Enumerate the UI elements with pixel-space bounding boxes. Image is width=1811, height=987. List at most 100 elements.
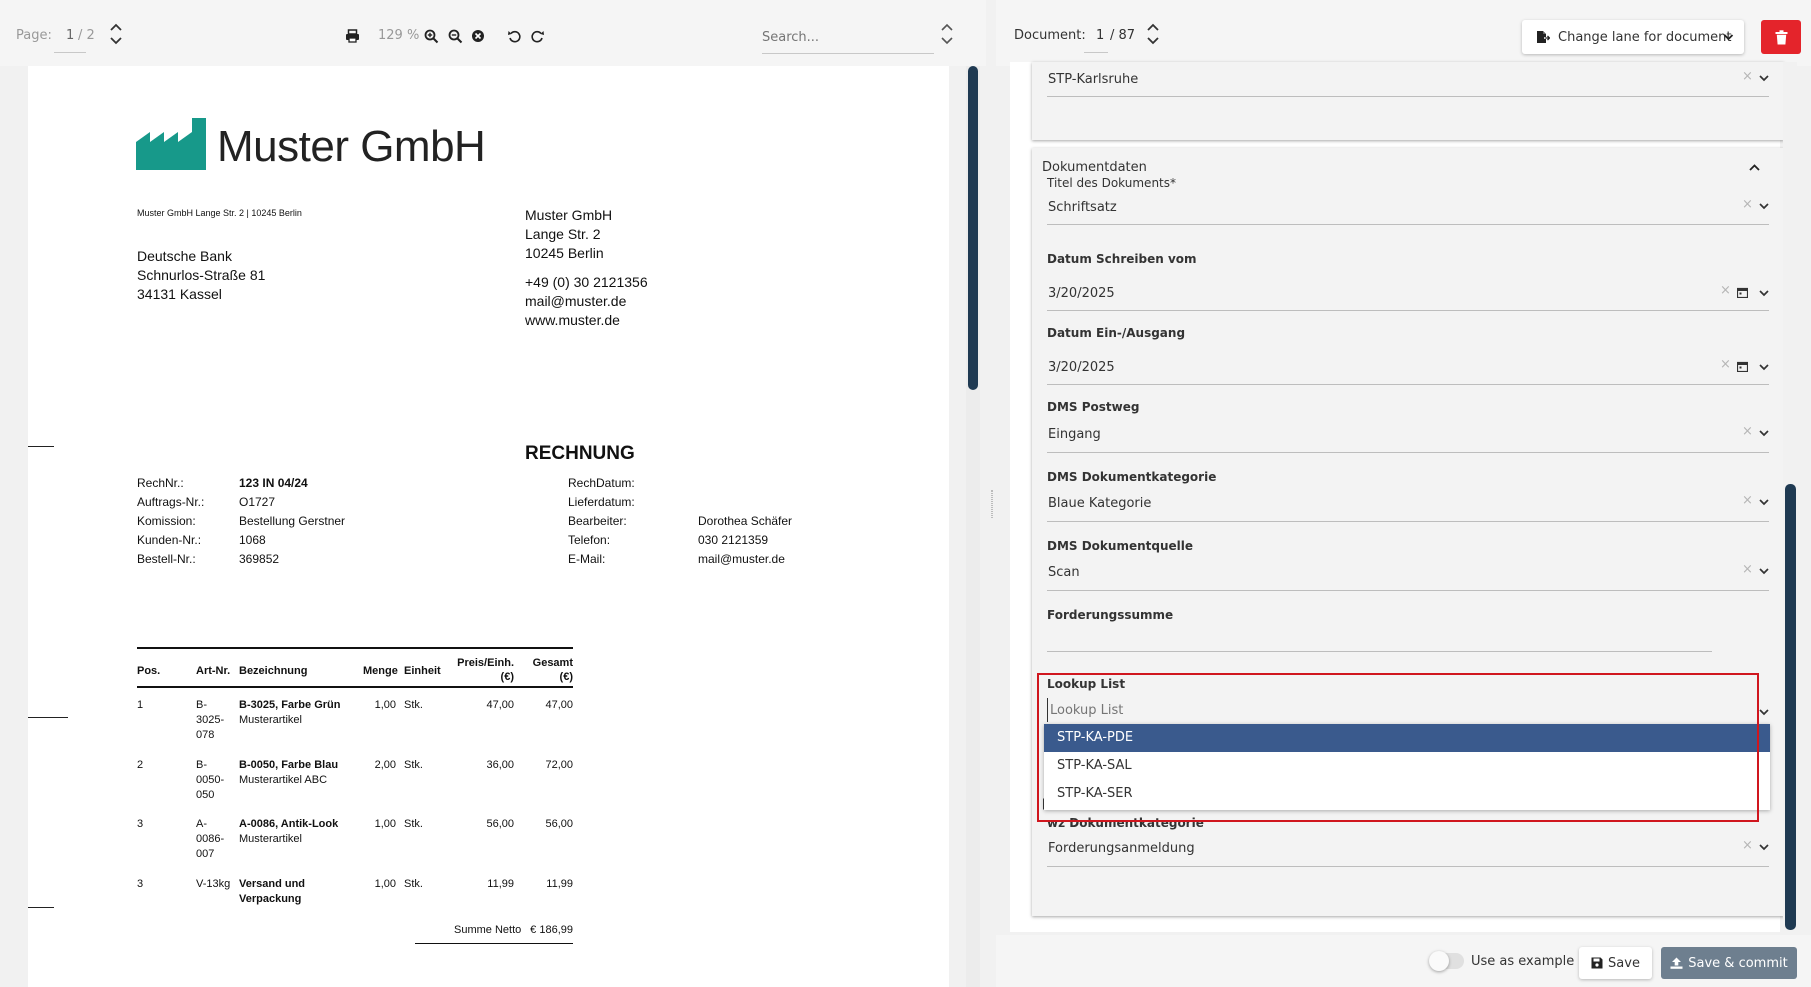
table-cell: V-13kg — [196, 878, 231, 890]
clear-icon[interactable]: × — [1720, 283, 1731, 298]
save-button[interactable]: Save — [1579, 947, 1652, 979]
forderungssumme-label: Forderungssumme — [1047, 608, 1174, 622]
chevron-down-icon — [1759, 709, 1769, 716]
table-cell: 47,00 — [486, 699, 514, 711]
clear-icon[interactable]: × — [1742, 69, 1753, 84]
chevron-down-icon — [1759, 430, 1769, 437]
meta-value: 030 2121359 — [698, 533, 769, 547]
postweg-label: DMS Postweg — [1047, 400, 1140, 414]
use-as-example-label: Use as example — [1471, 954, 1575, 969]
zoom-in-icon[interactable] — [423, 28, 439, 44]
company-logo-text: Muster GmbH — [217, 122, 486, 171]
datum-ein-value[interactable]: 3/20/2025 — [1048, 360, 1115, 375]
clear-icon[interactable]: × — [1742, 197, 1753, 212]
reset-zoom-icon[interactable] — [470, 28, 486, 44]
document-page: Muster GmbH Muster GmbH Lange Str. 2 | 1… — [28, 66, 949, 987]
chevron-down-icon — [110, 37, 122, 45]
meta-label: Komission: — [137, 514, 196, 528]
clear-icon[interactable]: × — [1720, 357, 1731, 372]
chevron-up-icon[interactable] — [1748, 163, 1761, 172]
calendar-icon[interactable] — [1737, 361, 1748, 372]
col-header-art: Art-Nr. — [196, 665, 231, 677]
chevron-down-icon — [1759, 75, 1769, 82]
chevron-down-icon — [1147, 37, 1159, 45]
rotate-right-icon[interactable] — [529, 28, 545, 44]
datum-ein-label: Datum Ein-/Ausgang — [1047, 326, 1186, 340]
page-stepper[interactable] — [109, 23, 123, 45]
col-header-menge: Menge — [363, 665, 398, 677]
table-cell: 47,00 — [545, 699, 573, 711]
document-total: / 87 — [1110, 28, 1136, 43]
table-cell: 11,99 — [487, 878, 514, 890]
quelle-value[interactable]: Scan — [1048, 565, 1080, 580]
table-cell: 56,00 — [545, 818, 573, 830]
table-cell: 72,00 — [545, 759, 573, 771]
change-lane-button[interactable]: Change lane for document — [1522, 20, 1744, 54]
meta-label: Telefon: — [568, 533, 611, 547]
forderungssumme-input[interactable] — [1047, 626, 1712, 650]
table-cell: Stk. — [404, 699, 423, 711]
kategorie-value[interactable]: Blaue Kategorie — [1048, 496, 1151, 511]
document-current-input[interactable]: 1 — [1096, 28, 1104, 43]
upload-icon — [1670, 957, 1683, 969]
clear-icon[interactable]: × — [1742, 838, 1753, 853]
print-icon[interactable] — [344, 28, 360, 44]
document-scrollbar-thumb[interactable] — [968, 66, 978, 390]
splitter-grip[interactable] — [991, 490, 993, 518]
calendar-icon[interactable] — [1737, 287, 1748, 298]
search-input[interactable] — [762, 26, 932, 48]
clear-icon[interactable]: × — [1742, 424, 1753, 439]
col-header-einheit: Einheit — [404, 665, 441, 677]
meta-label: RechDatum: — [568, 476, 635, 490]
page-total: / 2 — [78, 28, 95, 43]
delete-button[interactable] — [1761, 20, 1801, 54]
meta-label: Bestell-Nr.: — [137, 552, 196, 566]
chevron-down-icon — [1759, 844, 1769, 851]
datum-schreiben-label: Datum Schreiben vom — [1047, 252, 1197, 266]
factory-logo-icon — [136, 118, 206, 170]
zoom-out-icon[interactable] — [447, 28, 463, 44]
col-header-gesamt: Gesamt — [532, 657, 573, 669]
search-stepper[interactable] — [940, 23, 954, 45]
meta-value: O1727 — [239, 495, 276, 509]
table-cell: Versand und — [239, 878, 306, 890]
invoice-title: RECHNUNG — [525, 443, 635, 464]
clear-icon[interactable]: × — [1742, 562, 1753, 577]
table-cell: 36,00 — [486, 759, 514, 771]
meta-label: Bearbeiter: — [568, 514, 627, 528]
meta-value: Bestellung Gerstner — [239, 514, 346, 528]
section-title: Dokumentdaten — [1042, 160, 1147, 175]
floppy-disk-icon — [1591, 957, 1603, 969]
use-as-example-toggle[interactable] — [1429, 951, 1464, 971]
table-cell: 3025- — [196, 714, 225, 726]
panel-footer: Use as example Save Save & commit — [996, 935, 1811, 987]
chevron-up-icon — [110, 23, 122, 31]
top-card: STP-Karlsruhe × — [1032, 62, 1784, 140]
table-cell: Musterartikel — [239, 833, 302, 845]
save-and-commit-button[interactable]: Save & commit — [1661, 947, 1797, 979]
postweg-value[interactable]: Eingang — [1048, 427, 1101, 442]
meta-value: 369852 — [239, 552, 280, 566]
table-cell: Stk. — [404, 878, 423, 890]
table-cell: 1,00 — [374, 699, 396, 711]
document-stepper[interactable] — [1146, 23, 1160, 45]
rotate-left-icon[interactable] — [506, 28, 522, 44]
clear-icon[interactable]: × — [1742, 493, 1753, 508]
table-cell: Stk. — [404, 818, 423, 830]
sender-line: Muster GmbH Lange Str. 2 | 10245 Berlin — [137, 208, 302, 218]
table-cell: 0050- — [196, 774, 225, 786]
top-field-value[interactable]: STP-Karlsruhe — [1048, 72, 1138, 87]
trash-icon — [1775, 29, 1787, 44]
chevron-down-icon — [1759, 290, 1769, 297]
file-export-icon — [1537, 31, 1550, 43]
chevron-down-icon — [1759, 364, 1769, 371]
page-current-input[interactable]: 1 — [66, 28, 74, 43]
table-cell: 007 — [196, 848, 215, 860]
panel-scrollbar-thumb[interactable] — [1785, 484, 1796, 930]
table-cell: A- — [196, 818, 207, 830]
datum-schreiben-value[interactable]: 3/20/2025 — [1048, 286, 1115, 301]
titel-value[interactable]: Schriftsatz — [1048, 200, 1117, 215]
chevron-down-icon — [1759, 499, 1769, 506]
chevron-down-icon — [1759, 568, 1769, 575]
wz-kategorie-value[interactable]: Forderungsanmeldung — [1048, 841, 1195, 856]
